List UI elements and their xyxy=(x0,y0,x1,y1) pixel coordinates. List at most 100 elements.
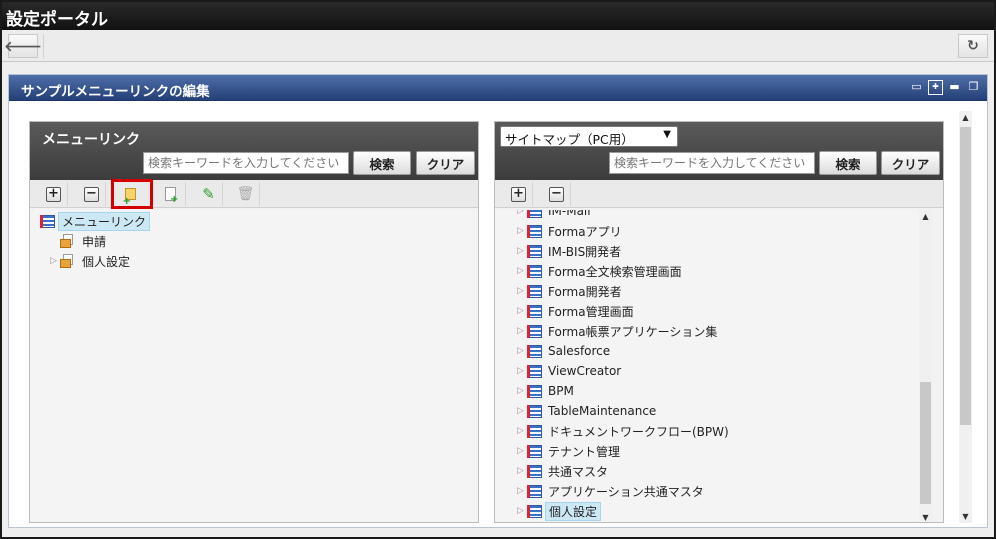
arrow-left-icon: 🡐 xyxy=(4,38,42,55)
tree-node[interactable]: ▷ TableMaintenance xyxy=(517,402,659,420)
sitemap-clear-button[interactable]: クリア xyxy=(881,151,940,175)
sitemap-search-button[interactable]: 検索 xyxy=(819,151,877,175)
back-button[interactable]: 🡐 xyxy=(4,34,42,58)
expand-arrow-icon[interactable]: ▷ xyxy=(517,506,526,516)
expand-arrow-icon[interactable]: ▷ xyxy=(517,210,526,216)
edit-button[interactable]: ✎ xyxy=(195,182,223,206)
portlet-scroll-thumb[interactable] xyxy=(960,127,971,425)
menu-link-clear-button[interactable]: クリア xyxy=(416,151,475,175)
expand-arrow-icon[interactable]: ▷ xyxy=(517,266,526,276)
sitemap-select-value: サイトマップ（PC用） xyxy=(505,132,634,147)
menu-icon xyxy=(527,284,542,298)
settings-icon[interactable]: ✚ xyxy=(928,80,943,95)
tree-node[interactable]: ▷ IM-Mail xyxy=(517,210,594,220)
add-folder-button[interactable]: + xyxy=(111,179,153,209)
reload-button[interactable]: ↻ xyxy=(958,34,988,58)
expand-arrow-icon[interactable]: ▷ xyxy=(517,246,526,256)
menu-icon xyxy=(527,504,542,518)
delete-button[interactable]: 🗑 xyxy=(232,182,260,206)
scroll-up-icon[interactable]: ▲ xyxy=(919,212,932,221)
expand-arrow-icon[interactable]: ▷ xyxy=(50,256,59,266)
tree-node[interactable]: ▷ ViewCreator xyxy=(517,362,624,380)
expand-arrow-icon[interactable]: ▷ xyxy=(517,346,526,356)
tree-node-label: 申請 xyxy=(82,234,107,249)
tree-node[interactable]: ▷ Salesforce xyxy=(517,342,613,360)
sitemap-select[interactable]: サイトマップ（PC用） ▼ xyxy=(500,126,678,147)
expand-arrow-icon[interactable]: ▷ xyxy=(517,366,526,376)
menu-icon xyxy=(527,384,542,398)
portlet-tools: ▭ ✚ ▬ ❐ xyxy=(909,80,981,95)
nav-divider xyxy=(43,34,44,58)
portlet-title: サンプルメニューリンクの編集 xyxy=(21,84,210,100)
tree-node[interactable]: ▷ Formaアプリ xyxy=(517,222,625,240)
delete-icon: 🗑 xyxy=(236,186,255,202)
sitemap-search-input[interactable] xyxy=(609,152,815,174)
scroll-down-icon[interactable]: ▼ xyxy=(919,513,932,522)
scroll-down-icon[interactable]: ▼ xyxy=(959,512,972,521)
tree-node[interactable]: ▷ Forma帳票アプリケーション集 xyxy=(517,322,720,340)
menu-link-search-button[interactable]: 検索 xyxy=(353,151,411,175)
tree-node-label: IM-Mail xyxy=(548,210,591,218)
sitemap-tree-scroll-thumb[interactable] xyxy=(920,382,931,504)
tree-node[interactable]: ▷ BPM xyxy=(517,382,577,400)
sitemap-panel-header: サイトマップ（PC用） ▼ 検索 クリア xyxy=(495,122,943,180)
tree-node-label: メニューリンク xyxy=(58,211,151,231)
portlet-header: サンプルメニューリンクの編集 ▭ ✚ ▬ ❐ xyxy=(9,75,987,101)
tree-node-label: 個人設定 xyxy=(82,254,131,269)
menu-link-search-input[interactable] xyxy=(143,152,349,174)
menu-link-tree: メニューリンク 申請 ▷ 個人設定 xyxy=(30,210,478,522)
tree-node-label: IM-BIS開発者 xyxy=(548,244,622,259)
tree-node-label: アプリケーション共通マスタ xyxy=(548,484,704,499)
monitor-icon[interactable]: ▭ xyxy=(909,80,924,95)
menu-icon xyxy=(527,224,542,238)
menu-icon xyxy=(527,364,542,378)
tree-node-label: Formaアプリ xyxy=(548,224,622,239)
menu-icon xyxy=(527,344,542,358)
tree-node-label: TableMaintenance xyxy=(548,404,657,418)
menu-icon xyxy=(527,244,542,258)
collapse-all-button[interactable]: − xyxy=(78,182,106,206)
tree-node-label: Forma管理画面 xyxy=(548,304,634,319)
tree-node-personal-settings[interactable]: ▷ 個人設定 xyxy=(517,501,602,521)
tree-node[interactable]: ▷ IM-BIS開発者 xyxy=(517,242,624,260)
add-folder-icon: + xyxy=(123,187,139,207)
menu-icon xyxy=(40,214,55,228)
portlet-scrollbar[interactable]: ▲ ▼ xyxy=(959,111,972,523)
tree-node-label: 共通マスタ xyxy=(548,464,609,479)
menu-icon xyxy=(527,324,542,338)
expand-arrow-icon[interactable]: ▷ xyxy=(517,306,526,316)
expand-arrow-icon[interactable]: ▷ xyxy=(517,426,526,436)
minimize-icon[interactable]: ▬ xyxy=(947,80,962,95)
expand-arrow-icon[interactable]: ▷ xyxy=(517,466,526,476)
tree-node[interactable]: ▷ テナント管理 xyxy=(517,442,623,460)
tree-node[interactable]: ▷ 共通マスタ xyxy=(517,462,611,480)
expand-arrow-icon[interactable]: ▷ xyxy=(517,386,526,396)
tree-node-menu-link[interactable]: メニューリンク xyxy=(40,211,151,231)
add-item-button[interactable]: + xyxy=(158,182,186,206)
tree-node[interactable]: ▷ アプリケーション共通マスタ xyxy=(517,482,707,500)
tree-node-application[interactable]: 申請 xyxy=(60,232,109,250)
restore-icon[interactable]: ❐ xyxy=(966,80,981,95)
expand-arrow-icon[interactable]: ▷ xyxy=(517,326,526,336)
tree-node[interactable]: ▷ ドキュメントワークフロー(BPW) xyxy=(517,422,732,440)
expand-all-button[interactable]: + xyxy=(40,182,68,206)
expand-arrow-icon[interactable]: ▷ xyxy=(517,226,526,236)
sitemap-expand-all-button[interactable]: + xyxy=(505,182,533,206)
tree-node-personal-settings[interactable]: ▷ 個人設定 xyxy=(50,252,133,270)
tree-node-label: 個人設定 xyxy=(545,501,602,521)
expand-arrow-icon[interactable]: ▷ xyxy=(517,486,526,496)
expand-all-icon: + xyxy=(511,186,526,202)
expand-arrow-icon[interactable]: ▷ xyxy=(517,406,526,416)
scroll-up-icon[interactable]: ▲ xyxy=(959,113,972,122)
tree-node[interactable]: ▷ Forma開発者 xyxy=(517,282,625,300)
tree-node[interactable]: ▷ Forma全文検索管理画面 xyxy=(517,262,685,280)
menu-icon xyxy=(527,264,542,278)
expand-arrow-icon[interactable]: ▷ xyxy=(517,286,526,296)
menu-icon xyxy=(527,304,542,318)
tree-node[interactable]: ▷ Forma管理画面 xyxy=(517,302,637,320)
edit-icon: ✎ xyxy=(202,185,215,203)
sitemap-tree-scrollbar[interactable]: ▲ ▼ xyxy=(919,210,932,522)
tree-node-label: Salesforce xyxy=(548,344,611,358)
sitemap-collapse-all-button[interactable]: − xyxy=(543,182,571,206)
expand-arrow-icon[interactable]: ▷ xyxy=(517,446,526,456)
